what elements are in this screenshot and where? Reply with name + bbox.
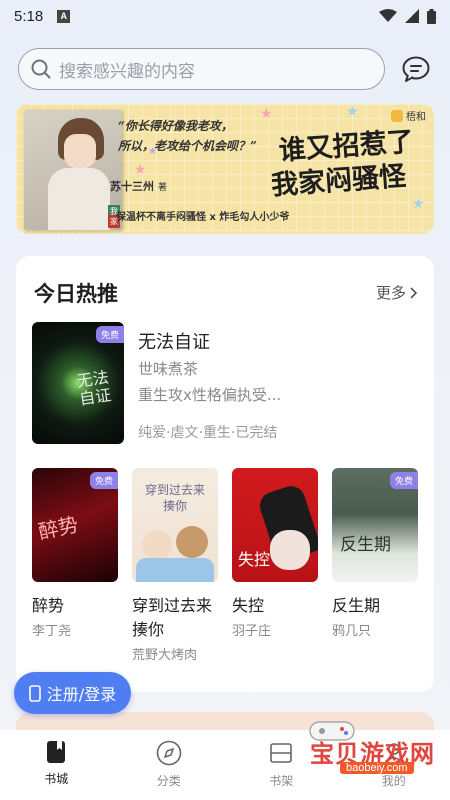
star-decoration: ★ xyxy=(134,162,147,178)
banner-author: 苏十三州 著 xyxy=(110,180,167,193)
book-title: 反生期 xyxy=(332,596,381,615)
featured-book-tags: 纯爱·虐文·重生·已完结 xyxy=(138,425,278,441)
cover-figure xyxy=(270,530,310,570)
hot-recommendations-card: 今日热推 更多 免费 无法自证 无法自证 世味煮茶 重生攻x性格偏执受... 纯… xyxy=(16,256,434,692)
book-cover[interactable]: 穿到过去来揍你 xyxy=(132,468,218,582)
book-cover[interactable]: 免费 反生期 xyxy=(332,468,418,582)
nav-label: 分类 xyxy=(156,774,181,788)
star-decoration: ★ xyxy=(412,196,425,212)
promo-banner[interactable]: ★ ★ ★ ★ ★ 我 家 “你长得好像我老攻， 所以，老攻给个机会呗？” 苏十… xyxy=(16,104,434,234)
battery-icon xyxy=(427,8,436,24)
featured-book-cover[interactable]: 免费 无法自证 xyxy=(32,322,124,444)
nav-item-category[interactable]: 分类 xyxy=(113,730,226,800)
featured-book-author: 世味煮茶 xyxy=(138,360,199,378)
free-badge: 免费 xyxy=(89,472,118,489)
notification-icon: A xyxy=(57,9,71,23)
star-decoration: ★ xyxy=(260,106,273,122)
cover-title-text: 失控 xyxy=(238,550,271,569)
bookstore-icon xyxy=(47,741,66,763)
free-badge: 免费 xyxy=(95,326,124,343)
register-login-button[interactable]: 注册/登录 xyxy=(14,672,131,714)
cover-figure xyxy=(142,530,172,560)
compass-icon xyxy=(156,740,182,766)
cover-title-text: 无法自证 xyxy=(75,367,113,409)
book-item[interactable]: 失控 失控 羽子庄 xyxy=(232,468,318,639)
book-title: 醉势 xyxy=(32,596,65,615)
search-input[interactable]: 搜索感兴趣的内容 xyxy=(18,48,385,90)
nav-item-bookstore[interactable]: 书城 xyxy=(0,730,113,800)
search-icon xyxy=(31,59,51,79)
banner-tags: 保温杯不离手闷骚怪 x 炸毛勾人小少爷 xyxy=(116,212,290,223)
brand-logo-icon xyxy=(391,109,403,122)
status-time: 5:18 xyxy=(14,7,44,25)
book-cover[interactable]: 免费 醉势 xyxy=(32,468,118,582)
book-item[interactable]: 穿到过去来揍你 穿到过去来揍你 荒野大烤肉 xyxy=(132,468,218,663)
register-login-label: 注册/登录 xyxy=(46,685,117,704)
watermark-url: baobeiy.com xyxy=(340,762,414,774)
book-title: 穿到过去来揍你 xyxy=(132,596,213,639)
nav-label: 书城 xyxy=(44,772,69,786)
more-link[interactable]: 更多 xyxy=(376,282,418,303)
signal-icon xyxy=(405,9,419,23)
status-indicators xyxy=(379,8,436,24)
cover-title-text: 醉势 xyxy=(36,512,81,544)
book-author: 羽子庄 xyxy=(232,624,272,639)
status-bar: 5:18 A xyxy=(0,0,450,32)
phone-icon xyxy=(28,684,41,702)
wifi-icon xyxy=(379,9,397,22)
banner-brand: 梧和 xyxy=(391,108,426,123)
book-title: 失控 xyxy=(232,596,265,615)
star-decoration: ★ xyxy=(346,104,359,120)
free-badge: 免费 xyxy=(389,472,418,489)
cover-title-text: 反生期 xyxy=(340,535,391,555)
cover-figure xyxy=(136,558,214,582)
banner-title: 谁又招惹了 我家闷骚怪 xyxy=(270,126,415,202)
banner-quote: “你长得好像我老攻， 所以，老攻给个机会呗？” xyxy=(118,119,257,153)
banner-book-cover: 我 家 xyxy=(24,110,122,230)
cover-title-text: 穿到过去来揍你 xyxy=(144,483,205,513)
chevron-right-icon xyxy=(410,286,418,299)
book-author: 荒野大烤肉 xyxy=(132,648,198,663)
featured-book-description: 重生攻x性格偏执受... xyxy=(138,386,282,404)
book-item[interactable]: 免费 反生期 反生期 鸦几只 xyxy=(332,468,418,639)
book-item[interactable]: 免费 醉势 醉势 李丁尧 xyxy=(32,468,118,639)
search-placeholder: 搜索感兴趣的内容 xyxy=(59,61,195,82)
section-title: 今日热推 xyxy=(34,282,118,306)
site-watermark: 宝贝游戏网 baobeiy.com xyxy=(268,721,438,782)
featured-book-title[interactable]: 无法自证 xyxy=(138,328,210,354)
book-cover[interactable]: 失控 xyxy=(232,468,318,582)
cover-figure xyxy=(176,526,208,558)
book-author: 李丁尧 xyxy=(32,624,72,639)
message-icon[interactable] xyxy=(402,56,430,82)
book-author: 鸦几只 xyxy=(332,624,372,639)
